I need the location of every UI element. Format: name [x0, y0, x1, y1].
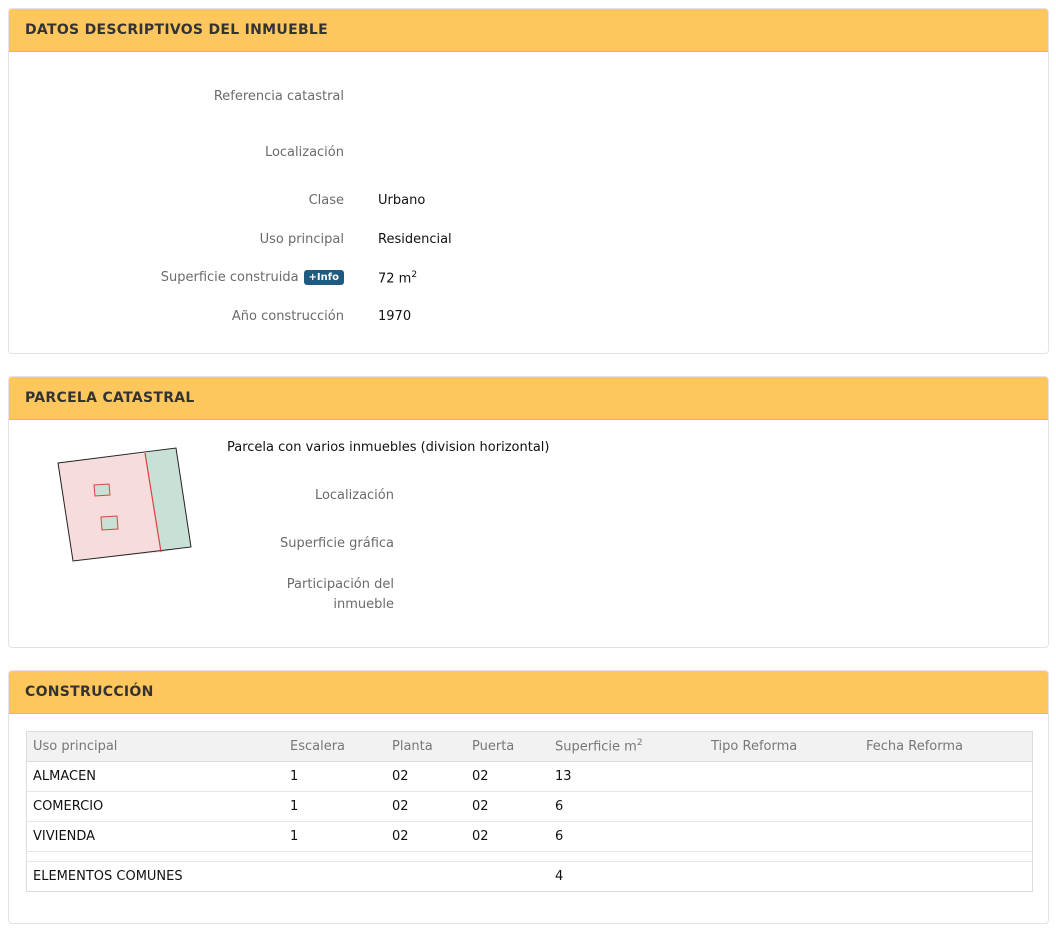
field-value: 1970 [378, 309, 412, 324]
building-block-2 [100, 515, 119, 531]
field-label-wrap: Superficie construida +Info [161, 270, 344, 285]
table-row: ALMACEN 1 02 02 13 [27, 761, 1032, 792]
parcela-catastral-header: PARCELA CATASTRAL [9, 377, 1048, 420]
parcela-field-superficie-grafica: Superficie gráfica [279, 536, 394, 551]
cell-uso: COMERCIO [27, 791, 284, 822]
col-escalera: Escalera [284, 732, 386, 762]
table-row: VIVIENDA 1 02 02 6 [27, 821, 1032, 852]
col-fecha-reforma: Fecha Reforma [860, 732, 1032, 762]
datos-descriptivos-title: DATOS DESCRIPTIVOS DEL INMUEBLE [25, 22, 328, 38]
cell-fecha-reforma [860, 791, 1032, 822]
datos-descriptivos-header: DATOS DESCRIPTIVOS DEL INMUEBLE [9, 9, 1048, 52]
cell-uso: VIVIENDA [27, 821, 284, 852]
parcela-description: Parcela con varios inmuebles (division h… [227, 440, 550, 455]
table-row: COMERCIO 1 02 02 6 [27, 791, 1032, 822]
parcela-catastral-title: PARCELA CATASTRAL [25, 390, 195, 406]
construccion-table: Uso principal Escalera Planta Puerta Sup… [26, 731, 1033, 892]
cell-tipo-reforma [705, 862, 860, 892]
field-value: 72 m [378, 271, 412, 287]
cell-planta: 02 [386, 791, 466, 822]
col-superficie-label: Superficie m [555, 739, 637, 755]
cell-superficie: 4 [555, 869, 564, 884]
cell-superficie: 6 [549, 791, 705, 822]
cell-fecha-reforma [860, 821, 1032, 852]
field-value: Urbano [378, 193, 426, 208]
parcela-catastral-panel: PARCELA CATASTRAL Parcela con varios inm… [8, 376, 1049, 648]
cell-escalera: 1 [284, 791, 386, 822]
datos-descriptivos-panel: DATOS DESCRIPTIVOS DEL INMUEBLE Referenc… [8, 8, 1049, 354]
cell-tipo-reforma [705, 791, 860, 822]
col-planta: Planta [386, 732, 466, 762]
cell-puerta: 02 [466, 821, 549, 852]
cell-uso: ALMACEN [27, 761, 284, 792]
table-header-row: Uso principal Escalera Planta Puerta Sup… [27, 732, 1032, 762]
table-row-elementos-comunes: ELEMENTOS COMUNES 4 [27, 862, 1032, 892]
field-label: Referencia catastral [213, 89, 344, 104]
cell-puerta: 02 [466, 791, 549, 822]
unit-superscript: 2 [636, 738, 643, 749]
cell-tipo-reforma [705, 821, 860, 852]
info-badge-button[interactable]: +Info [303, 270, 344, 285]
col-uso-principal: Uso principal [27, 732, 284, 762]
field-label: Uso principal [259, 232, 344, 247]
field-label: Año construcción [231, 309, 344, 324]
table-spacer-row [27, 851, 1032, 862]
cell-escalera: 1 [284, 761, 386, 792]
cell-fecha-reforma [860, 862, 1032, 892]
field-label: Clase [308, 193, 344, 208]
cell-puerta: 02 [466, 761, 549, 792]
col-superficie: Superficie m2 [549, 732, 705, 762]
building-block-1 [93, 483, 111, 497]
unit-superscript: 2 [411, 270, 418, 280]
cell-planta: 02 [386, 821, 466, 852]
cell-tipo-reforma [705, 761, 860, 792]
field-label: Superficie construida [160, 270, 299, 285]
col-puerta: Puerta [466, 732, 549, 762]
cell-superficie: 13 [549, 761, 705, 792]
cell-planta: 02 [386, 761, 466, 792]
cell-superficie: 6 [549, 821, 705, 852]
cell-fecha-reforma [860, 761, 1032, 792]
cell-uso: ELEMENTOS COMUNES [33, 869, 183, 884]
cell-escalera: 1 [284, 821, 386, 852]
field-value: Residencial [378, 232, 452, 247]
field-value-wrap: 72 m2 [378, 270, 417, 286]
col-tipo-reforma: Tipo Reforma [705, 732, 860, 762]
field-label: Localización [264, 145, 344, 160]
construccion-header: CONSTRUCCIÓN [9, 671, 1048, 714]
parcela-field-participacion: Participación del inmueble [286, 577, 394, 612]
parcela-field-localizacion: Localización [314, 488, 394, 503]
main-plot-shape [58, 453, 161, 561]
parcel-map-thumbnail[interactable] [54, 439, 204, 569]
construccion-panel: CONSTRUCCIÓN Uso principal Escalera Plan… [8, 670, 1049, 924]
construccion-title: CONSTRUCCIÓN [25, 684, 154, 700]
